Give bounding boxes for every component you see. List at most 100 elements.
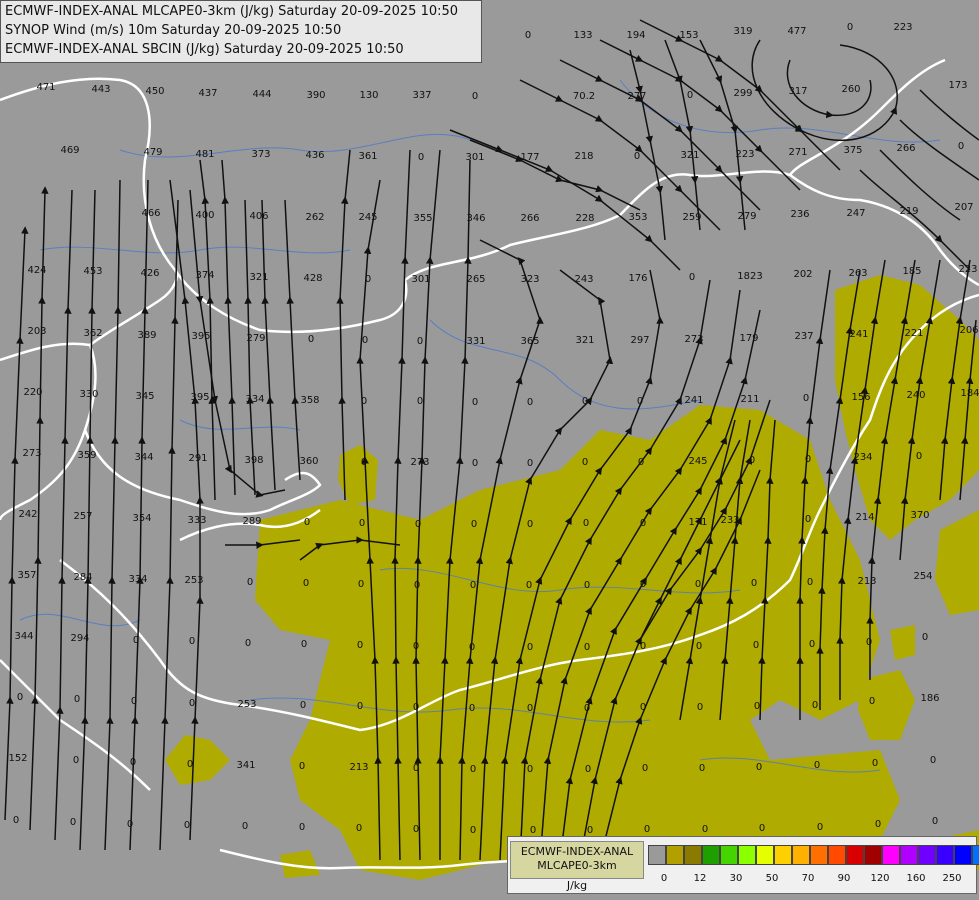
sbcin-value-label: 0 bbox=[805, 454, 811, 465]
sbcin-value-label: 273 bbox=[22, 448, 41, 459]
legend-title: ECMWF-INDEX-ANAL MLCAPE0-3km bbox=[510, 841, 644, 879]
sbcin-value-label: 0 bbox=[640, 518, 646, 529]
sbcin-value-label: 358 bbox=[300, 395, 319, 406]
sbcin-value-label: 0 bbox=[361, 457, 367, 468]
sbcin-value-label: 245 bbox=[358, 212, 377, 223]
legend-ticks: 01230507090120160250400 bbox=[648, 873, 979, 889]
sbcin-value-label: 273 bbox=[684, 334, 703, 345]
legend-swatch bbox=[810, 845, 828, 865]
sbcin-value-label: 0 bbox=[526, 580, 532, 591]
sbcin-value-label: 0 bbox=[637, 396, 643, 407]
sbcin-value-label: 176 bbox=[628, 273, 647, 284]
sbcin-value-label: 0 bbox=[527, 397, 533, 408]
sbcin-value-label: 346 bbox=[466, 213, 485, 224]
cape-area-blob-3 bbox=[858, 670, 915, 740]
sbcin-value-label: 0 bbox=[189, 636, 195, 647]
sbcin-value-label: 0 bbox=[472, 91, 478, 102]
sbcin-value-label: 294 bbox=[70, 633, 89, 644]
sbcin-value-label: 236 bbox=[790, 209, 809, 220]
sbcin-value-label: 400 bbox=[195, 210, 214, 221]
sbcin-value-label: 0 bbox=[308, 334, 314, 345]
sbcin-value-label: 301 bbox=[465, 152, 484, 163]
sbcin-value-label: 0 bbox=[584, 642, 590, 653]
sbcin-value-label: 0 bbox=[73, 755, 79, 766]
sbcin-value-label: 0 bbox=[247, 577, 253, 588]
sbcin-value-label: 253 bbox=[237, 699, 256, 710]
sbcin-value-label: 0 bbox=[127, 819, 133, 830]
sbcin-value-label: 362 bbox=[83, 328, 102, 339]
sbcin-value-label: 395 bbox=[191, 331, 210, 342]
sbcin-value-label: 341 bbox=[236, 760, 255, 771]
sbcin-value-label: 0 bbox=[584, 580, 590, 591]
sbcin-value-label: 207 bbox=[954, 202, 973, 213]
sbcin-value-label: 437 bbox=[198, 88, 217, 99]
sbcin-value-label: 1823 bbox=[737, 271, 762, 282]
sbcin-value-label: 301 bbox=[411, 274, 430, 285]
sbcin-value-label: 424 bbox=[27, 265, 46, 276]
legend-tick-label: 0 bbox=[660, 873, 668, 884]
sbcin-value-label: 185 bbox=[902, 266, 921, 277]
sbcin-value-label: 299 bbox=[733, 88, 752, 99]
legend-swatch bbox=[882, 845, 900, 865]
sbcin-value-label: 223 bbox=[893, 22, 912, 33]
sbcin-value-label: 0 bbox=[300, 700, 306, 711]
sbcin-value-label: 0 bbox=[759, 823, 765, 834]
sbcin-value-label: 355 bbox=[413, 213, 432, 224]
sbcin-value-label: 0 bbox=[642, 763, 648, 774]
sbcin-value-label: 0 bbox=[472, 458, 478, 469]
sbcin-value-label: 0 bbox=[130, 757, 136, 768]
sbcin-value-label: 331 bbox=[466, 336, 485, 347]
sbcin-value-label: 0 bbox=[875, 819, 881, 830]
sbcin-value-label: 171 bbox=[688, 517, 707, 528]
sbcin-value-label: 0 bbox=[527, 764, 533, 775]
sbcin-value-label: 279 bbox=[737, 211, 756, 222]
sbcin-value-label: 330 bbox=[79, 389, 98, 400]
sbcin-value-label: 70.2 bbox=[573, 91, 595, 102]
sbcin-value-label: 194 bbox=[626, 30, 645, 41]
sbcin-value-label: 221 bbox=[904, 328, 923, 339]
sbcin-value-label: 0 bbox=[527, 458, 533, 469]
sbcin-value-label: 453 bbox=[83, 266, 102, 277]
sbcin-value-label: 395 bbox=[190, 392, 209, 403]
sbcin-value-label: 360 bbox=[299, 456, 318, 467]
sbcin-value-label: 0 bbox=[304, 517, 310, 528]
cape-area-blob-4 bbox=[890, 625, 915, 660]
sbcin-value-label: 0 bbox=[702, 824, 708, 835]
sbcin-value-label: 0 bbox=[756, 762, 762, 773]
sbcin-value-label: 177 bbox=[520, 152, 539, 163]
sbcin-value-label: 469 bbox=[60, 145, 79, 156]
sbcin-value-label: 361 bbox=[358, 151, 377, 162]
sbcin-value-label: 0 bbox=[358, 579, 364, 590]
sbcin-value-label: 0 bbox=[527, 642, 533, 653]
title-box: ECMWF-INDEX-ANAL MLCAPE0-3km (J/kg) Satu… bbox=[0, 0, 482, 63]
sbcin-value-label: 184 bbox=[960, 388, 979, 399]
sbcin-value-label: 374 bbox=[195, 270, 214, 281]
legend-tick-label: 70 bbox=[801, 873, 815, 884]
legend-swatch bbox=[666, 845, 684, 865]
sbcin-value-label: 321 bbox=[680, 150, 699, 161]
sbcin-value-label: 0 bbox=[814, 760, 820, 771]
sbcin-value-label: 260 bbox=[841, 84, 860, 95]
cape-area-east bbox=[835, 275, 979, 540]
sbcin-value-label: 234 bbox=[853, 452, 872, 463]
sbcin-value-label: 333 bbox=[187, 515, 206, 526]
cape-area-east-lower bbox=[935, 510, 979, 615]
sbcin-value-label: 0 bbox=[869, 696, 875, 707]
sbcin-value-label: 0 bbox=[687, 90, 693, 101]
sbcin-value-label: 0 bbox=[695, 579, 701, 590]
sbcin-value-label: 323 bbox=[520, 274, 539, 285]
sbcin-value-label: 219 bbox=[899, 206, 918, 217]
sbcin-value-label: 0 bbox=[415, 519, 421, 530]
sbcin-value-label: 0 bbox=[301, 639, 307, 650]
sbcin-value-label: 0 bbox=[242, 821, 248, 832]
sbcin-value-label: 0 bbox=[471, 519, 477, 530]
sbcin-value-label: 0 bbox=[640, 641, 646, 652]
sbcin-value-label: 357 bbox=[17, 570, 36, 581]
sbcin-value-label: 289 bbox=[242, 516, 261, 527]
sbcin-value-label: 0 bbox=[525, 30, 531, 41]
sbcin-value-label: 0 bbox=[582, 396, 588, 407]
sbcin-value-label: 0 bbox=[470, 825, 476, 836]
sbcin-value-label: 373 bbox=[251, 149, 270, 160]
sbcin-value-label: 213 bbox=[349, 762, 368, 773]
sbcin-value-label: 223 bbox=[958, 264, 977, 275]
